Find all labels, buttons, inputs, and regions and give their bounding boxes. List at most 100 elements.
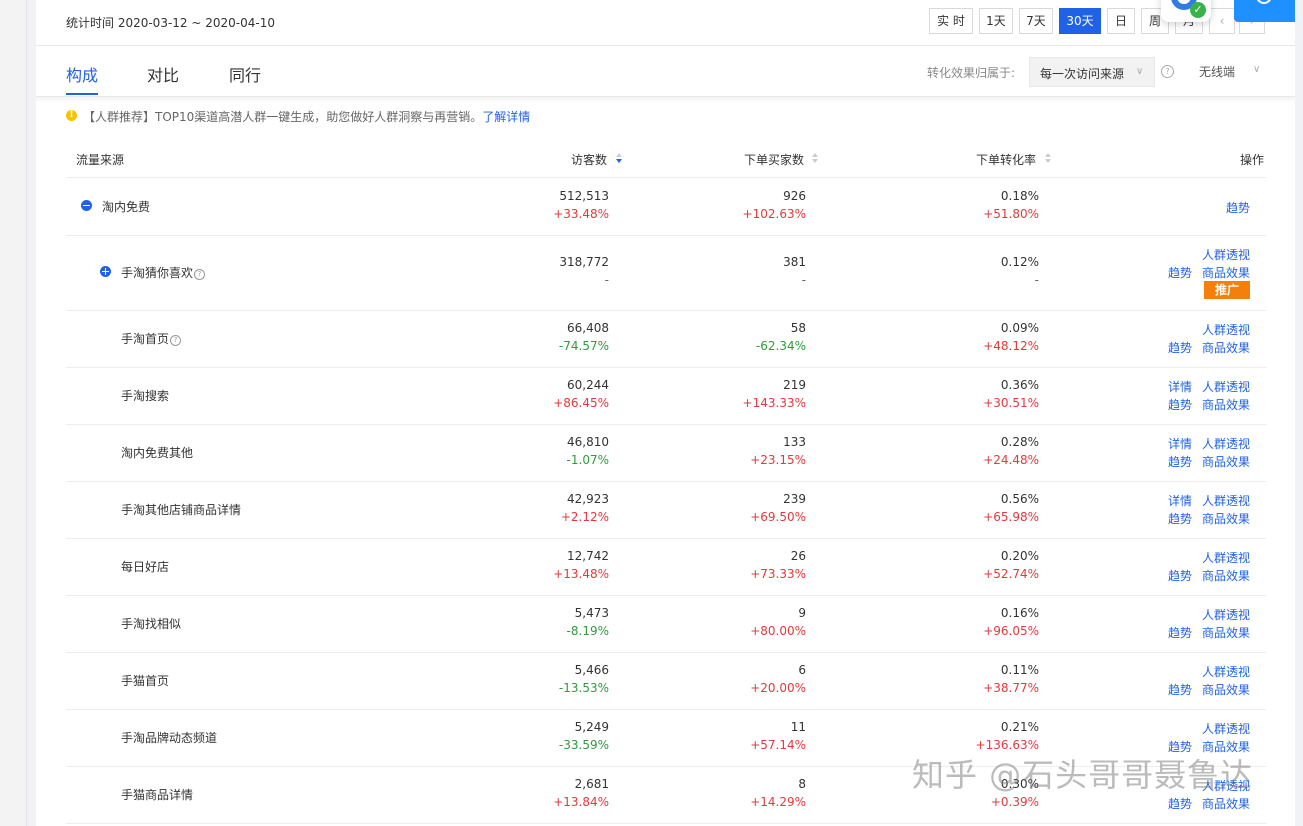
time-btn-day[interactable]: 日	[1107, 8, 1135, 34]
metric-value: 926	[783, 189, 806, 203]
trend-link[interactable]: 趋势	[1226, 199, 1250, 216]
crowd-insight-link[interactable]: 人群透视	[1202, 321, 1250, 338]
source-name: 每日好店	[121, 560, 170, 574]
metric-change: +96.05%	[983, 624, 1039, 638]
metric-value: 0.18%	[1000, 189, 1039, 203]
collapse-icon[interactable]	[81, 200, 92, 211]
sort-buyers-icon[interactable]	[812, 153, 818, 163]
assistant-floating-button[interactable]: ✓	[1161, 0, 1211, 22]
metric-value: 2,681	[574, 777, 609, 791]
trend-link[interactable]: 趋势	[1168, 453, 1192, 470]
warning-icon: !	[66, 110, 77, 121]
crowd-insight-link[interactable]: 人群透视	[1202, 663, 1250, 680]
metric-change: +73.33%	[750, 567, 806, 581]
metric-value: 0.21%	[1000, 720, 1039, 734]
trend-link[interactable]: 趋势	[1168, 510, 1192, 527]
product-effect-link[interactable]: 商品效果	[1202, 264, 1250, 281]
product-effect-link[interactable]: 商品效果	[1202, 795, 1250, 812]
trend-link[interactable]: 趋势	[1168, 567, 1192, 584]
source-name: 手淘其他店铺商品详情	[121, 503, 242, 517]
trend-link[interactable]: 趋势	[1168, 264, 1192, 281]
product-effect-link[interactable]: 商品效果	[1202, 339, 1250, 356]
metric-change: -	[604, 273, 609, 287]
metric-value: 5,473	[574, 606, 609, 620]
source-name: 手淘猜你喜欢?	[121, 264, 206, 281]
crowd-insight-link[interactable]: 人群透视	[1202, 246, 1250, 263]
metric-value: 66,408	[567, 321, 609, 335]
table-row: 手猫首页 5,466 -13.53% 6 +20.00% 0.11% +38.77% 人群透视…	[66, 652, 1266, 710]
help-icon[interactable]: ?	[170, 335, 182, 346]
promote-button[interactable]: 推广	[1204, 281, 1250, 299]
col-buyers[interactable]: 下单买家数	[744, 151, 804, 168]
crowd-insight-link[interactable]: 人群透视	[1202, 378, 1250, 395]
table-row: 手淘其他店铺商品详情 42,923 +2.12% 239 +69.50% 0.56% +65…	[66, 481, 1266, 539]
trend-link[interactable]: 趋势	[1168, 396, 1192, 413]
table-row: 每日好店 12,742 +13.48% 26 +73.33% 0.20% +52.74% 人群…	[66, 538, 1266, 596]
col-source: 流量来源	[76, 153, 125, 167]
detail-link[interactable]: 详情	[1168, 492, 1192, 509]
attribution-select[interactable]: 每一次访问来源 ∨	[1029, 57, 1155, 87]
trend-link[interactable]: 趋势	[1168, 624, 1192, 641]
metric-value: 0.56%	[1000, 492, 1039, 506]
metric-value: 0.16%	[1000, 606, 1039, 620]
metric-value: 58	[790, 321, 806, 335]
source-name: 手猫商品详情	[121, 788, 194, 802]
time-btn-1d[interactable]: 1天	[979, 8, 1013, 34]
source-name: 淘内免费其他	[121, 446, 194, 460]
tab-compare[interactable]: 对比	[147, 62, 179, 86]
metric-value: 381	[783, 255, 806, 269]
trend-link[interactable]: 趋势	[1168, 339, 1192, 356]
tab-peers[interactable]: 同行	[229, 62, 261, 86]
sort-visitors-icon[interactable]	[616, 153, 622, 163]
help-icon[interactable]: ?	[194, 269, 206, 280]
metric-value: 318,772	[559, 255, 609, 269]
time-btn-30d[interactable]: 30天	[1059, 8, 1101, 34]
product-effect-link[interactable]: 商品效果	[1202, 396, 1250, 413]
expand-icon[interactable]	[100, 266, 111, 277]
trend-link[interactable]: 趋势	[1168, 795, 1192, 812]
metric-change: +30.51%	[983, 396, 1039, 410]
crowd-insight-link[interactable]: 人群透视	[1202, 492, 1250, 509]
chevron-down-icon: ∨	[1253, 64, 1261, 75]
device-select-value: 无线端	[1199, 65, 1236, 79]
metric-value: 512,513	[559, 189, 609, 203]
metric-value: 5,249	[574, 720, 609, 734]
metric-change: -	[801, 273, 806, 287]
crowd-insight-link[interactable]: 人群透视	[1202, 435, 1250, 452]
product-effect-link[interactable]: 商品效果	[1202, 510, 1250, 527]
learn-more-link[interactable]: 了解详情	[482, 110, 530, 124]
metric-change: +13.84%	[553, 795, 609, 809]
detail-link[interactable]: 详情	[1168, 435, 1192, 452]
product-effect-link[interactable]: 商品效果	[1202, 624, 1250, 641]
product-effect-link[interactable]: 商品效果	[1202, 567, 1250, 584]
stat-time-label: 统计时间 2020-03-12 ~ 2020-04-10	[66, 16, 275, 30]
metric-change: +13.48%	[553, 567, 609, 581]
col-visitors[interactable]: 访客数	[571, 151, 607, 168]
search-float-icon[interactable]	[1234, 0, 1295, 22]
metric-value: 0.11%	[1000, 663, 1039, 677]
device-select[interactable]: 无线端 ∨	[1199, 63, 1260, 80]
source-name: 手淘品牌动态频道	[121, 731, 218, 745]
crowd-insight-link[interactable]: 人群透视	[1202, 720, 1250, 737]
detail-link[interactable]: 详情	[1168, 378, 1192, 395]
col-conversion-rate[interactable]: 下单转化率	[976, 151, 1036, 168]
metric-value: 8	[798, 777, 806, 791]
metric-change: +65.98%	[983, 510, 1039, 524]
metric-value: 26	[790, 549, 806, 563]
time-btn-realtime[interactable]: 实 时	[929, 8, 973, 34]
product-effect-link[interactable]: 商品效果	[1202, 681, 1250, 698]
metric-change: +102.63%	[742, 207, 806, 221]
tab-composition[interactable]: 构成	[66, 62, 98, 86]
metric-change: +0.39%	[990, 795, 1039, 809]
sort-rate-icon[interactable]	[1045, 153, 1051, 163]
metric-change: +86.45%	[553, 396, 609, 410]
time-btn-7d[interactable]: 7天	[1019, 8, 1053, 34]
prev-arrow-icon[interactable]: ‹	[1209, 8, 1235, 34]
crowd-insight-link[interactable]: 人群透视	[1202, 606, 1250, 623]
metric-change: +14.29%	[750, 795, 806, 809]
crowd-insight-link[interactable]: 人群透视	[1202, 549, 1250, 566]
metric-value: 219	[783, 378, 806, 392]
product-effect-link[interactable]: 商品效果	[1202, 453, 1250, 470]
trend-link[interactable]: 趋势	[1168, 681, 1192, 698]
help-icon[interactable]: ?	[1161, 65, 1174, 78]
